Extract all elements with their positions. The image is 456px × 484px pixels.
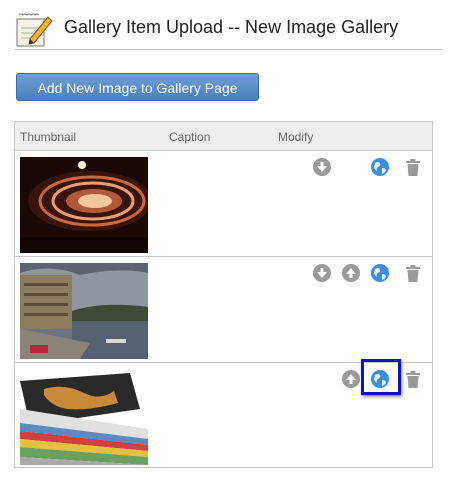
column-header-caption: Caption: [169, 130, 211, 144]
magazines-stack-image[interactable]: [20, 369, 148, 465]
table-row: [15, 257, 432, 363]
river-town-image[interactable]: [20, 263, 148, 359]
move-up-icon[interactable]: [341, 263, 361, 283]
globe-icon[interactable]: [370, 263, 390, 283]
move-down-icon[interactable]: [312, 157, 332, 177]
column-header-thumbnail: Thumbnail: [20, 130, 77, 144]
table-header: Thumbnail Caption Modify: [15, 122, 432, 151]
page-header: Gallery Item Upload -- New Image Gallery: [0, 0, 456, 52]
trash-icon[interactable]: [403, 157, 423, 177]
move-up-icon[interactable]: [341, 369, 361, 389]
add-new-image-button[interactable]: Add New Image to Gallery Page: [16, 73, 259, 101]
globe-button-highlight: [361, 359, 401, 395]
move-down-icon[interactable]: [312, 263, 332, 283]
trash-icon[interactable]: [403, 263, 423, 283]
notepad-pencil-icon: [16, 13, 53, 47]
page-title: Gallery Item Upload -- New Image Gallery: [64, 17, 399, 37]
globe-icon[interactable]: [370, 157, 390, 177]
table-row: [15, 151, 432, 257]
trash-icon[interactable]: [403, 369, 423, 389]
column-header-modify: Modify: [278, 130, 314, 144]
header-divider: [14, 49, 443, 50]
gallery-table: Thumbnail Caption Modify: [14, 121, 433, 468]
concert-lights-image[interactable]: [20, 157, 148, 253]
